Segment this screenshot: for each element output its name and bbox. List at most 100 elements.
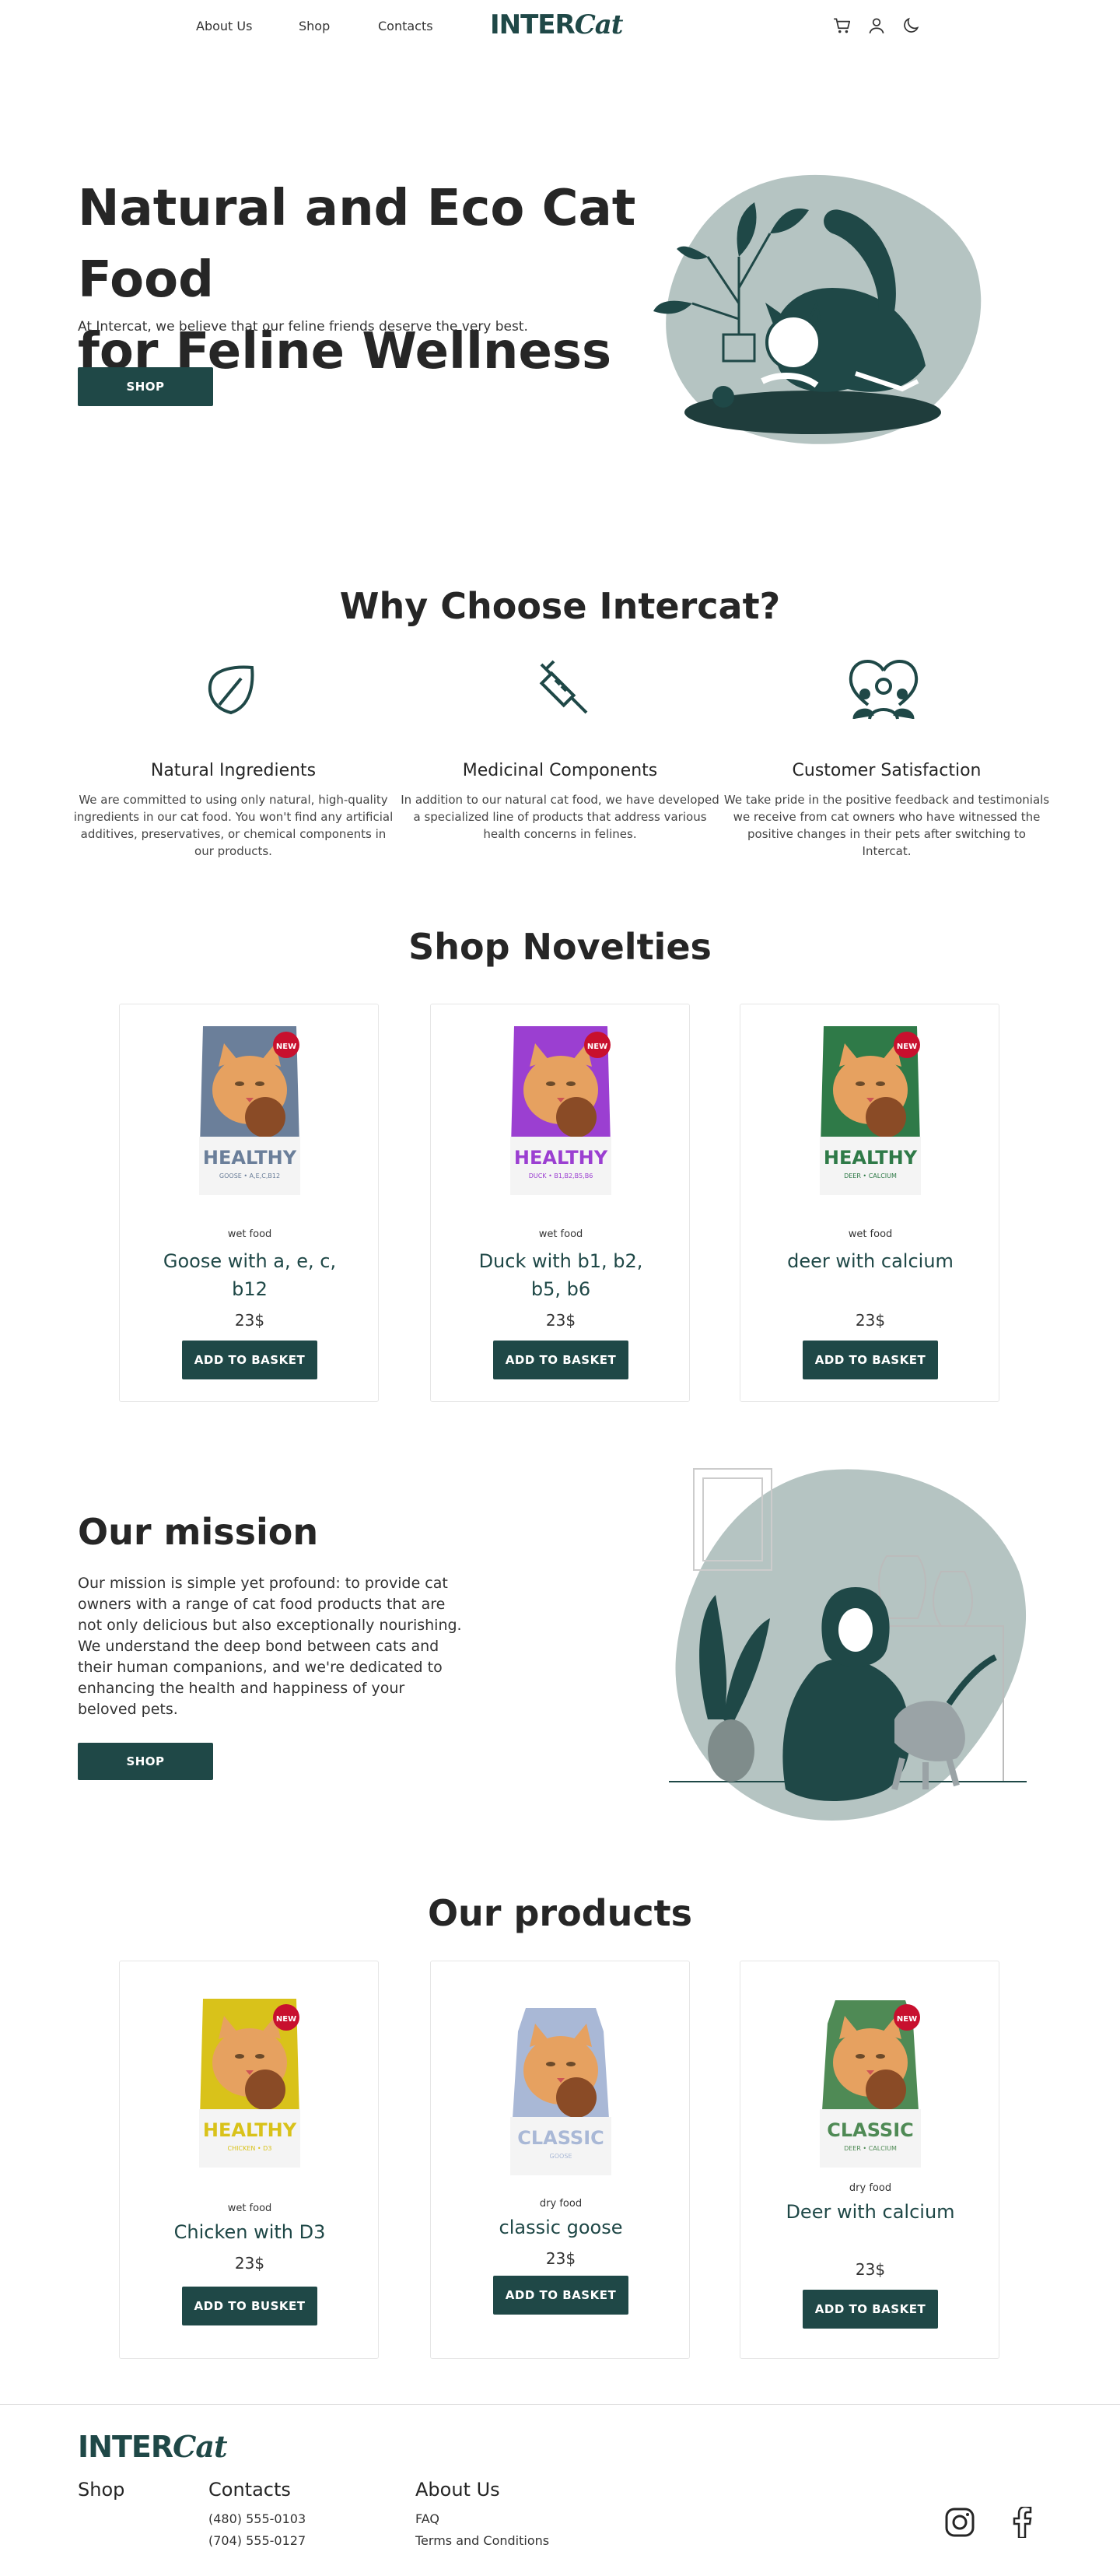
site-header: About Us Shop Contacts INTERCat xyxy=(0,0,1120,54)
product-price: 23$ xyxy=(545,1311,576,1330)
svg-text:CHICKEN • D3: CHICKEN • D3 xyxy=(228,2145,272,2152)
product-card[interactable]: CLASSIC GOOSE dry food classic goose 23$ AD… xyxy=(430,1961,690,2359)
mission-shop-button[interactable]: SHOP xyxy=(78,1743,213,1780)
add-to-basket-button[interactable]: ADD TO BASKET xyxy=(803,1341,938,1379)
product-image[interactable]: HEALTHY CHICKEN • D3 NEW xyxy=(120,1992,380,2179)
product-name[interactable]: classic goose xyxy=(462,2213,660,2241)
facebook-icon[interactable] xyxy=(1011,2507,1034,2538)
leaf-icon xyxy=(208,665,254,715)
svg-text:DUCK • B1,B2,B5,B6: DUCK • B1,B2,B5,B6 xyxy=(529,1172,593,1179)
product-card[interactable]: CLASSIC DEER • CALCIUM NEW dry food Deer … xyxy=(740,1961,999,2359)
hero-subtitle: At Intercat, we believe that our feline … xyxy=(78,319,528,335)
footer-terms-link[interactable]: Terms and Conditions xyxy=(415,2533,549,2548)
user-icon[interactable] xyxy=(866,16,887,36)
product-name[interactable]: Chicken with D3 xyxy=(151,2218,348,2246)
logo-text-main: INTER xyxy=(490,9,576,40)
why-title: Why Choose Intercat? xyxy=(339,585,781,627)
svg-text:GOOSE: GOOSE xyxy=(550,2153,572,2160)
product-type: dry food xyxy=(849,2182,892,2194)
novelties-title: Shop Novelties xyxy=(408,926,712,968)
cart-icon[interactable] xyxy=(832,16,852,36)
svg-text:NEW: NEW xyxy=(587,1043,607,1051)
svg-text:NEW: NEW xyxy=(897,1043,917,1051)
hero-title-line1: Natural and Eco Cat Food xyxy=(78,180,636,309)
footer-phone-1[interactable]: (480) 555-0103 xyxy=(208,2511,306,2526)
feature-title: Customer Satisfaction xyxy=(792,761,982,780)
nav-contacts[interactable]: Contacts xyxy=(378,19,433,33)
product-card[interactable]: HEALTHY CHICKEN • D3 NEW wet food Chicken… xyxy=(119,1961,379,2359)
footer-faq-link[interactable]: FAQ xyxy=(415,2511,439,2526)
product-image[interactable]: HEALTHY DUCK • B1,B2,B5,B6 NEW xyxy=(431,1020,691,1207)
feature-text: We are committed to using only natural, … xyxy=(73,793,394,858)
product-price: 23$ xyxy=(855,1311,886,1330)
footer-logo-main: INTER xyxy=(78,2430,173,2464)
nav-about-us[interactable]: About Us xyxy=(196,19,252,33)
product-price: 23$ xyxy=(234,1311,265,1330)
product-name[interactable]: Goose with a, e, c, b12 xyxy=(151,1247,348,1303)
product-type: dry food xyxy=(539,2198,583,2210)
hero-title: Natural and Eco Cat Food for Feline Well… xyxy=(78,173,716,387)
product-type: wet food xyxy=(848,1228,893,1240)
novelty-card[interactable]: HEALTHY DUCK • B1,B2,B5,B6 NEW wet food D… xyxy=(430,1004,690,1402)
svg-text:NEW: NEW xyxy=(897,2015,917,2024)
product-image[interactable]: HEALTHY DEER • CALCIUM NEW xyxy=(740,1020,1000,1207)
hero-cat-illustration xyxy=(653,174,982,444)
product-name[interactable]: deer with calcium xyxy=(772,1247,969,1275)
product-image[interactable]: CLASSIC DEER • CALCIUM NEW xyxy=(740,1992,1000,2179)
product-image[interactable]: HEALTHY GOOSE • A,E,C,B12 NEW xyxy=(120,1020,380,1207)
logo-text-cat: Cat xyxy=(574,9,624,40)
svg-text:NEW: NEW xyxy=(276,1043,296,1051)
svg-text:DEER • CALCIUM: DEER • CALCIUM xyxy=(844,2145,897,2152)
svg-text:HEALTHY: HEALTHY xyxy=(203,1147,297,1169)
product-type: wet food xyxy=(538,1228,583,1240)
svg-text:NEW: NEW xyxy=(276,2015,296,2024)
product-name[interactable]: Deer with calcium xyxy=(772,2198,969,2226)
mission-woman-cat-illustration xyxy=(669,1468,1027,1821)
feature-text: We take pride in the positive feedback a… xyxy=(723,793,1050,858)
feature-satisfaction: Customer Satisfaction We take pride in t… xyxy=(723,761,1050,860)
product-image[interactable]: CLASSIC GOOSE xyxy=(431,2000,691,2187)
svg-text:DEER • CALCIUM: DEER • CALCIUM xyxy=(844,1172,897,1179)
svg-text:CLASSIC: CLASSIC xyxy=(827,2119,914,2141)
heart-people-icon xyxy=(849,660,919,720)
footer-shop-link[interactable]: Shop xyxy=(78,2479,124,2501)
feature-title: Medicinal Components xyxy=(462,761,658,780)
site-logo[interactable]: INTERCat xyxy=(490,9,624,40)
product-type: wet food xyxy=(227,1228,272,1240)
feature-text: In addition to our natural cat food, we … xyxy=(401,793,719,841)
feature-medicinal: Medicinal Components In addition to our … xyxy=(397,761,723,843)
moon-icon[interactable] xyxy=(901,16,921,36)
feature-title: Natural Ingredients xyxy=(150,761,317,780)
add-to-basket-button[interactable]: ADD TO BUSKET xyxy=(182,2287,317,2325)
product-price: 23$ xyxy=(545,2249,576,2268)
footer-logo[interactable]: INTERCat xyxy=(78,2429,228,2464)
add-to-basket-button[interactable]: ADD TO BASKET xyxy=(493,2276,628,2315)
svg-text:HEALTHY: HEALTHY xyxy=(824,1147,918,1169)
svg-text:HEALTHY: HEALTHY xyxy=(203,2119,297,2141)
footer-about-heading[interactable]: About Us xyxy=(415,2479,500,2501)
nav-shop[interactable]: Shop xyxy=(299,19,330,33)
mission-text: Our mission is simple yet profound: to p… xyxy=(78,1575,462,1718)
feature-natural: Natural Ingredients We are committed to … xyxy=(70,761,397,860)
product-price: 23$ xyxy=(855,2260,886,2279)
instagram-icon[interactable] xyxy=(944,2507,975,2538)
mission-title: Our mission xyxy=(78,1511,319,1553)
product-price: 23$ xyxy=(234,2254,265,2273)
syringe-icon xyxy=(539,660,588,714)
add-to-basket-button[interactable]: ADD TO BASKET xyxy=(803,2290,938,2329)
svg-text:GOOSE • A,E,C,B12: GOOSE • A,E,C,B12 xyxy=(219,1172,280,1179)
footer-contacts-heading: Contacts xyxy=(208,2479,291,2501)
products-title: Our products xyxy=(427,1892,693,1934)
novelty-card[interactable]: HEALTHY GOOSE • A,E,C,B12 NEW wet food Go… xyxy=(119,1004,379,1402)
product-name[interactable]: Duck with b1, b2, b5, b6 xyxy=(462,1247,660,1303)
footer-phone-2[interactable]: (704) 555-0127 xyxy=(208,2533,306,2548)
svg-text:HEALTHY: HEALTHY xyxy=(514,1147,608,1169)
product-type: wet food xyxy=(227,2203,272,2214)
add-to-basket-button[interactable]: ADD TO BASKET xyxy=(182,1341,317,1379)
hero-shop-button[interactable]: SHOP xyxy=(78,367,213,406)
footer-logo-cat: Cat xyxy=(173,2429,227,2464)
footer-divider xyxy=(0,2404,1120,2405)
add-to-basket-button[interactable]: ADD TO BASKET xyxy=(493,1341,628,1379)
novelty-card[interactable]: HEALTHY DEER • CALCIUM NEW wet food deer … xyxy=(740,1004,999,1402)
svg-text:CLASSIC: CLASSIC xyxy=(517,2127,604,2149)
